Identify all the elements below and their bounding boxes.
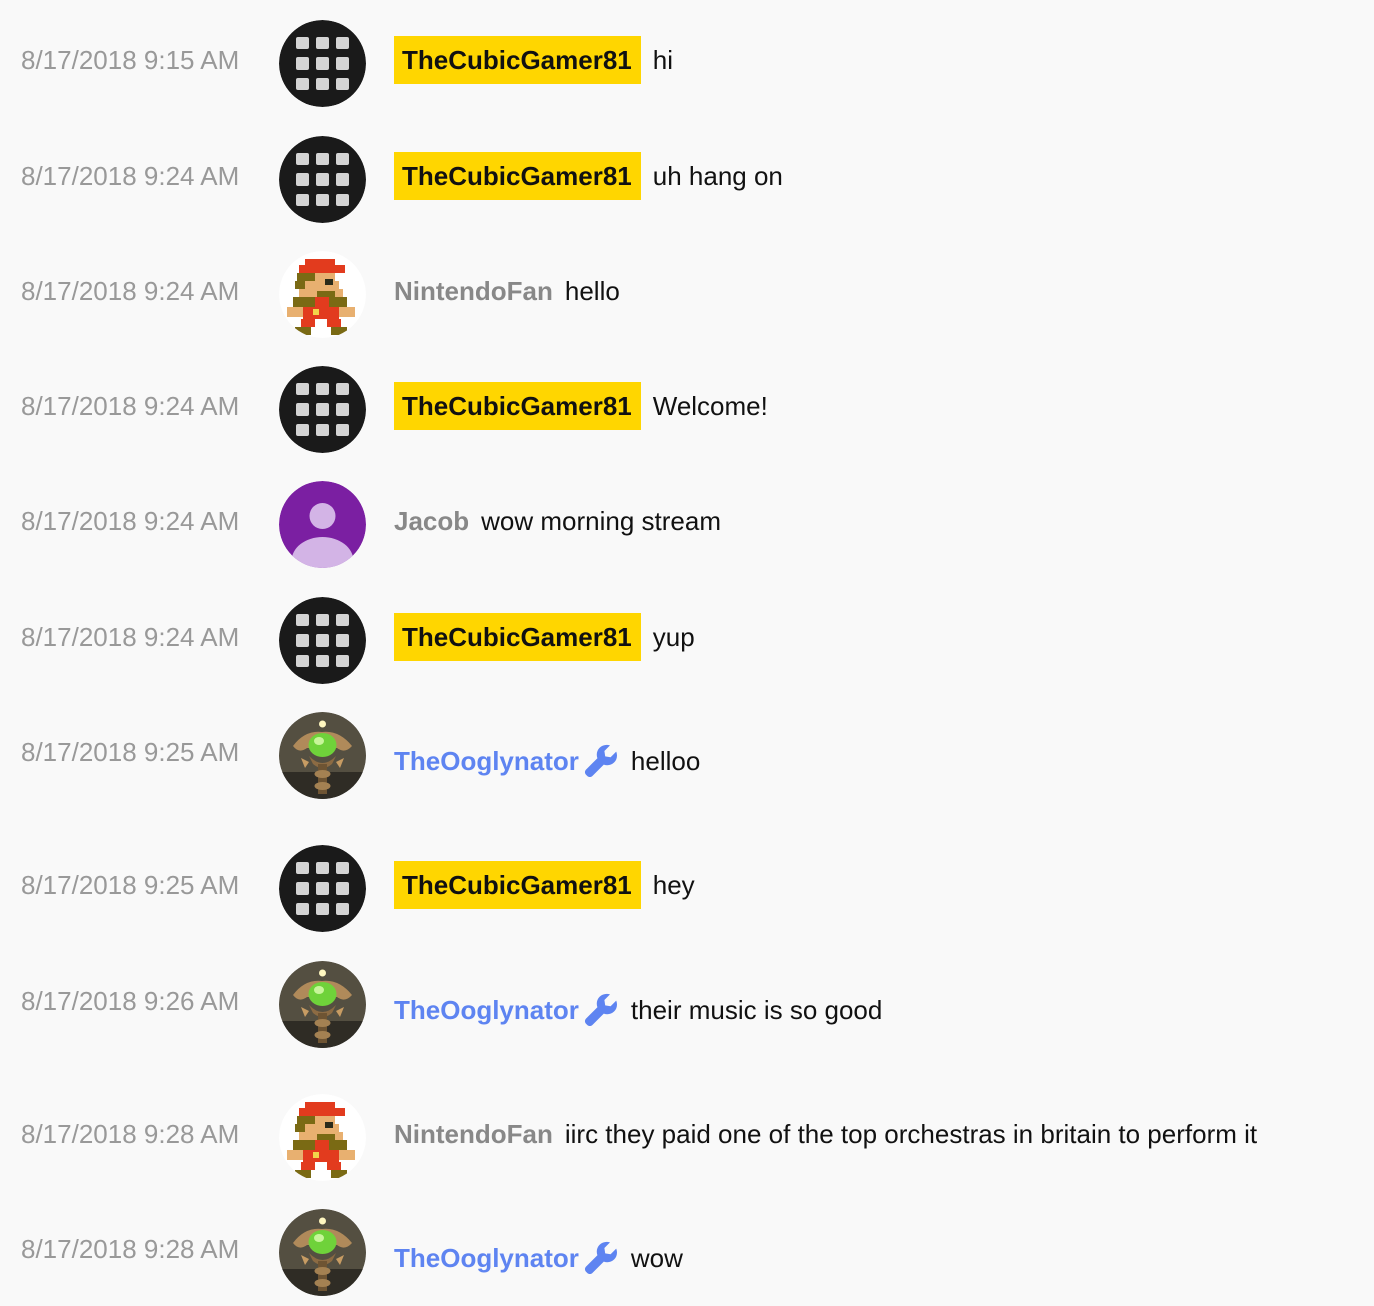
author-name[interactable]: NintendoFan xyxy=(394,1118,553,1150)
message-content: NintendoFan iirc they paid one of the top… xyxy=(394,1118,1257,1150)
message-content: TheCubicGamer81 hi xyxy=(394,36,673,84)
author-name[interactable]: TheCubicGamer81 xyxy=(394,861,641,909)
green-orb-avatar[interactable] xyxy=(279,961,366,1048)
wrench-icon xyxy=(583,992,619,1028)
message-timestamp: 8/17/2018 9:24 AM xyxy=(21,506,240,536)
message-content: TheCubicGamer81 uh hang on xyxy=(394,152,783,200)
author-name[interactable]: TheOoglynator xyxy=(394,1242,579,1274)
author-name[interactable]: TheCubicGamer81 xyxy=(394,36,641,84)
message-timestamp: 8/17/2018 9:24 AM xyxy=(21,161,240,191)
author-name[interactable]: TheOoglynator xyxy=(394,745,579,777)
author-name[interactable]: TheCubicGamer81 xyxy=(394,613,641,661)
message-text: hey xyxy=(652,870,695,900)
message-text: hello xyxy=(564,276,620,306)
message-timestamp: 8/17/2018 9:24 AM xyxy=(21,622,240,652)
message-timestamp: 8/17/2018 9:24 AM xyxy=(21,391,240,421)
message-text: yup xyxy=(652,622,695,652)
grid-avatar[interactable] xyxy=(279,366,366,453)
wrench-icon xyxy=(583,743,619,779)
author-name[interactable]: TheOoglynator xyxy=(394,994,579,1026)
grid-avatar[interactable] xyxy=(279,20,366,107)
pixel-mario-avatar[interactable] xyxy=(279,251,366,338)
author-name[interactable]: TheCubicGamer81 xyxy=(394,382,641,430)
green-orb-avatar[interactable] xyxy=(279,1209,366,1296)
message-timestamp: 8/17/2018 9:25 AM xyxy=(21,870,240,900)
message-text: uh hang on xyxy=(652,161,783,191)
author-name[interactable]: TheCubicGamer81 xyxy=(394,152,641,200)
message-text: their music is so good xyxy=(630,995,883,1025)
message-text: wow morning stream xyxy=(481,506,722,536)
message-timestamp: 8/17/2018 9:26 AM xyxy=(21,986,240,1016)
message-content: TheOoglynator helloo xyxy=(394,745,700,777)
message-content: TheCubicGamer81 Welcome! xyxy=(394,382,768,430)
grid-avatar[interactable] xyxy=(279,845,366,932)
pixel-mario-avatar[interactable] xyxy=(279,1094,366,1181)
message-content: Jacob wow morning stream xyxy=(394,505,721,537)
wrench-icon xyxy=(583,1240,619,1276)
grid-avatar[interactable] xyxy=(279,597,366,684)
message-content: TheOoglynator their music is so good xyxy=(394,994,882,1026)
message-content: TheOoglynator wow xyxy=(394,1242,683,1274)
message-text: helloo xyxy=(630,746,701,776)
author-name[interactable]: Jacob xyxy=(394,505,469,537)
default-person-avatar[interactable] xyxy=(279,481,366,568)
message-text: hi xyxy=(652,45,673,75)
green-orb-avatar[interactable] xyxy=(279,712,366,799)
message-text: wow xyxy=(630,1243,683,1273)
message-timestamp: 8/17/2018 9:28 AM xyxy=(21,1234,240,1264)
message-content: TheCubicGamer81 hey xyxy=(394,861,695,909)
message-content: NintendoFan hello xyxy=(394,275,620,307)
message-text: iirc they paid one of the top orchestras… xyxy=(564,1119,1258,1149)
author-name[interactable]: NintendoFan xyxy=(394,275,553,307)
message-content: TheCubicGamer81 yup xyxy=(394,613,695,661)
message-timestamp: 8/17/2018 9:25 AM xyxy=(21,737,240,767)
grid-avatar[interactable] xyxy=(279,136,366,223)
message-text: Welcome! xyxy=(652,391,768,421)
message-timestamp: 8/17/2018 9:15 AM xyxy=(21,45,240,75)
message-timestamp: 8/17/2018 9:24 AM xyxy=(21,276,240,306)
message-timestamp: 8/17/2018 9:28 AM xyxy=(21,1119,240,1149)
